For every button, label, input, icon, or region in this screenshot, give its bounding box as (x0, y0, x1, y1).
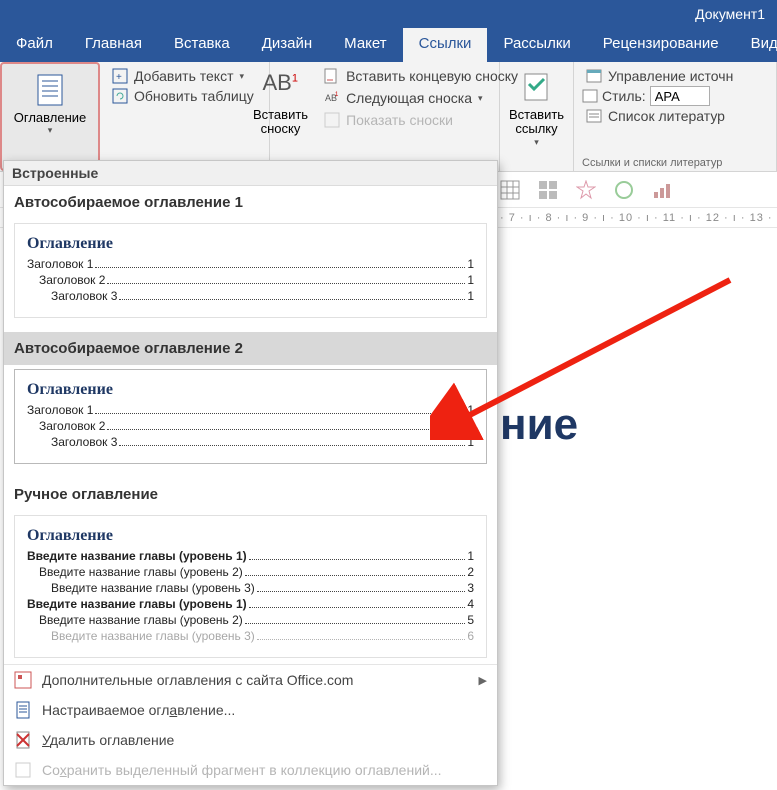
ribbon: Оглавление ▾ + Добавить текст ▾ Обновить… (0, 62, 777, 172)
document-heading-fragment: ние (500, 400, 777, 450)
save-selection-button: Сохранить выделенный фрагмент в коллекци… (4, 755, 497, 785)
auto-toc-2-title[interactable]: Автособираемое оглавление 2 (4, 332, 497, 365)
bibliography-icon (586, 108, 602, 124)
update-table-label: Обновить таблицу (134, 88, 254, 104)
tab-home[interactable]: Главная (69, 28, 158, 62)
group-insert-link: Вставить ссылку ▾ (500, 62, 574, 171)
insert-citation-label: Вставить ссылку (509, 108, 564, 137)
show-footnotes-button: Показать сноски (320, 110, 522, 130)
citation-icon (519, 70, 555, 106)
remove-toc-button[interactable]: Удалить оглавление (4, 725, 497, 755)
save-selection-label: Сохранить выделенный фрагмент в коллекци… (42, 762, 442, 778)
document-area[interactable]: ние (500, 230, 777, 790)
svg-text:1: 1 (335, 92, 339, 98)
tab-layout[interactable]: Макет (328, 28, 402, 62)
title-bar: Документ1 (0, 0, 777, 28)
custom-toc-label: Настраиваемое оглавление... (42, 702, 235, 718)
show-footnotes-icon (324, 112, 340, 128)
remove-toc-label: Удалить оглавление (42, 732, 174, 748)
manage-sources-button[interactable]: Управление источн (582, 66, 737, 86)
manual-toc-preview[interactable]: Оглавление Введите название главы (урове… (14, 515, 487, 658)
style-label: Стиль: (602, 88, 646, 104)
add-text-label: Добавить текст (134, 68, 234, 84)
auto-toc-1-title[interactable]: Автособираемое оглавление 1 (4, 186, 497, 219)
dropdown-caret-icon: ▾ (240, 71, 245, 82)
add-text-button[interactable]: + Добавить текст ▾ (108, 66, 248, 86)
bars-icon[interactable] (652, 180, 672, 200)
manual-toc-title[interactable]: Ручное оглавление (4, 478, 497, 511)
table-icon[interactable] (500, 180, 520, 200)
toc-gallery-dropdown: Встроенные Автособираемое оглавление 1 О… (3, 160, 498, 786)
group-citations: Управление источн Стиль: Список литерату… (574, 62, 777, 171)
preview-heading: Оглавление (27, 380, 474, 399)
custom-toc-button[interactable]: Настраиваемое оглавление... (4, 695, 497, 725)
preview-heading: Оглавление (27, 234, 474, 253)
manage-sources-icon (586, 68, 602, 84)
bibliography-button[interactable]: Список литератур (582, 106, 729, 126)
insert-footnote-label: Вставить сноску (253, 108, 308, 137)
tab-design[interactable]: Дизайн (246, 28, 328, 62)
dropdown-caret-icon: ▾ (478, 93, 483, 104)
next-footnote-button[interactable]: АВ1 Следующая сноска ▾ (320, 88, 522, 108)
manage-sources-label: Управление источн (608, 68, 733, 84)
toc-button-label: Оглавление (14, 110, 86, 125)
insert-footnote-button[interactable]: АВ1 Вставить сноску (247, 66, 314, 141)
dropdown-caret-icon: ▾ (48, 125, 53, 136)
tab-mailings[interactable]: Рассылки (487, 28, 586, 62)
refresh-icon (112, 88, 128, 104)
insert-endnote-label: Вставить концевую сноску (346, 68, 518, 84)
preview-heading: Оглавление (27, 526, 474, 545)
save-gallery-icon (14, 761, 32, 779)
more-toc-office-label: Дополнительные оглавления с сайта Office… (42, 672, 353, 688)
remove-icon (14, 731, 32, 749)
tab-insert[interactable]: Вставка (158, 28, 246, 62)
insert-citation-button[interactable]: Вставить ссылку ▾ (503, 66, 570, 152)
svg-text:+: + (116, 72, 122, 83)
plus-text-icon: + (112, 68, 128, 84)
grid-icon[interactable] (538, 180, 558, 200)
document-name: Документ1 (695, 6, 765, 22)
endnote-icon (324, 68, 340, 84)
submenu-arrow-icon: ▶ (479, 674, 487, 687)
update-table-button[interactable]: Обновить таблицу (108, 86, 258, 106)
auto-toc-1-preview[interactable]: Оглавление Заголовок 11 Заголовок 21 Заг… (14, 223, 487, 318)
gallery-category-header: Встроенные (4, 161, 497, 186)
style-icon (582, 88, 598, 104)
group-footnotes: АВ1 Вставить сноску Вставить концевую сн… (270, 62, 500, 171)
group-toc: Оглавление ▾ (0, 62, 100, 171)
office-icon (14, 671, 32, 689)
toc-button[interactable]: Оглавление ▾ (8, 68, 92, 140)
tab-view[interactable]: Вид (735, 28, 777, 62)
insert-endnote-button[interactable]: Вставить концевую сноску (320, 66, 522, 86)
show-footnotes-label: Показать сноски (346, 112, 453, 128)
tab-file[interactable]: Файл (0, 28, 69, 62)
more-toc-office-button[interactable]: Дополнительные оглавления с сайта Office… (4, 665, 497, 695)
circle-icon[interactable] (614, 180, 634, 200)
ruler-ticks: · 7 · ı · 8 · ı · 9 · ı · 10 · ı · 11 · … (500, 212, 773, 224)
star-icon[interactable] (576, 180, 596, 200)
footnote-icon: АВ1 (263, 70, 299, 106)
tab-review[interactable]: Рецензирование (587, 28, 735, 62)
style-combobox[interactable] (650, 86, 710, 106)
document-icon (14, 701, 32, 719)
tab-references[interactable]: Ссылки (403, 28, 488, 62)
next-footnote-label: Следующая сноска (346, 90, 472, 106)
group-toc-cmds: + Добавить текст ▾ Обновить таблицу (100, 62, 270, 171)
group-label-citations: Ссылки и списки литератур (582, 157, 722, 169)
citation-style-row: Стиль: (582, 86, 710, 106)
auto-toc-2-preview[interactable]: Оглавление Заголовок 11 Заголовок 21 Заг… (14, 369, 487, 464)
ribbon-tabs: Файл Главная Вставка Дизайн Макет Ссылки… (0, 28, 777, 62)
dropdown-caret-icon: ▾ (534, 137, 539, 148)
bibliography-label: Список литератур (608, 108, 725, 124)
next-footnote-icon: АВ1 (324, 90, 340, 106)
toc-icon (32, 72, 68, 108)
